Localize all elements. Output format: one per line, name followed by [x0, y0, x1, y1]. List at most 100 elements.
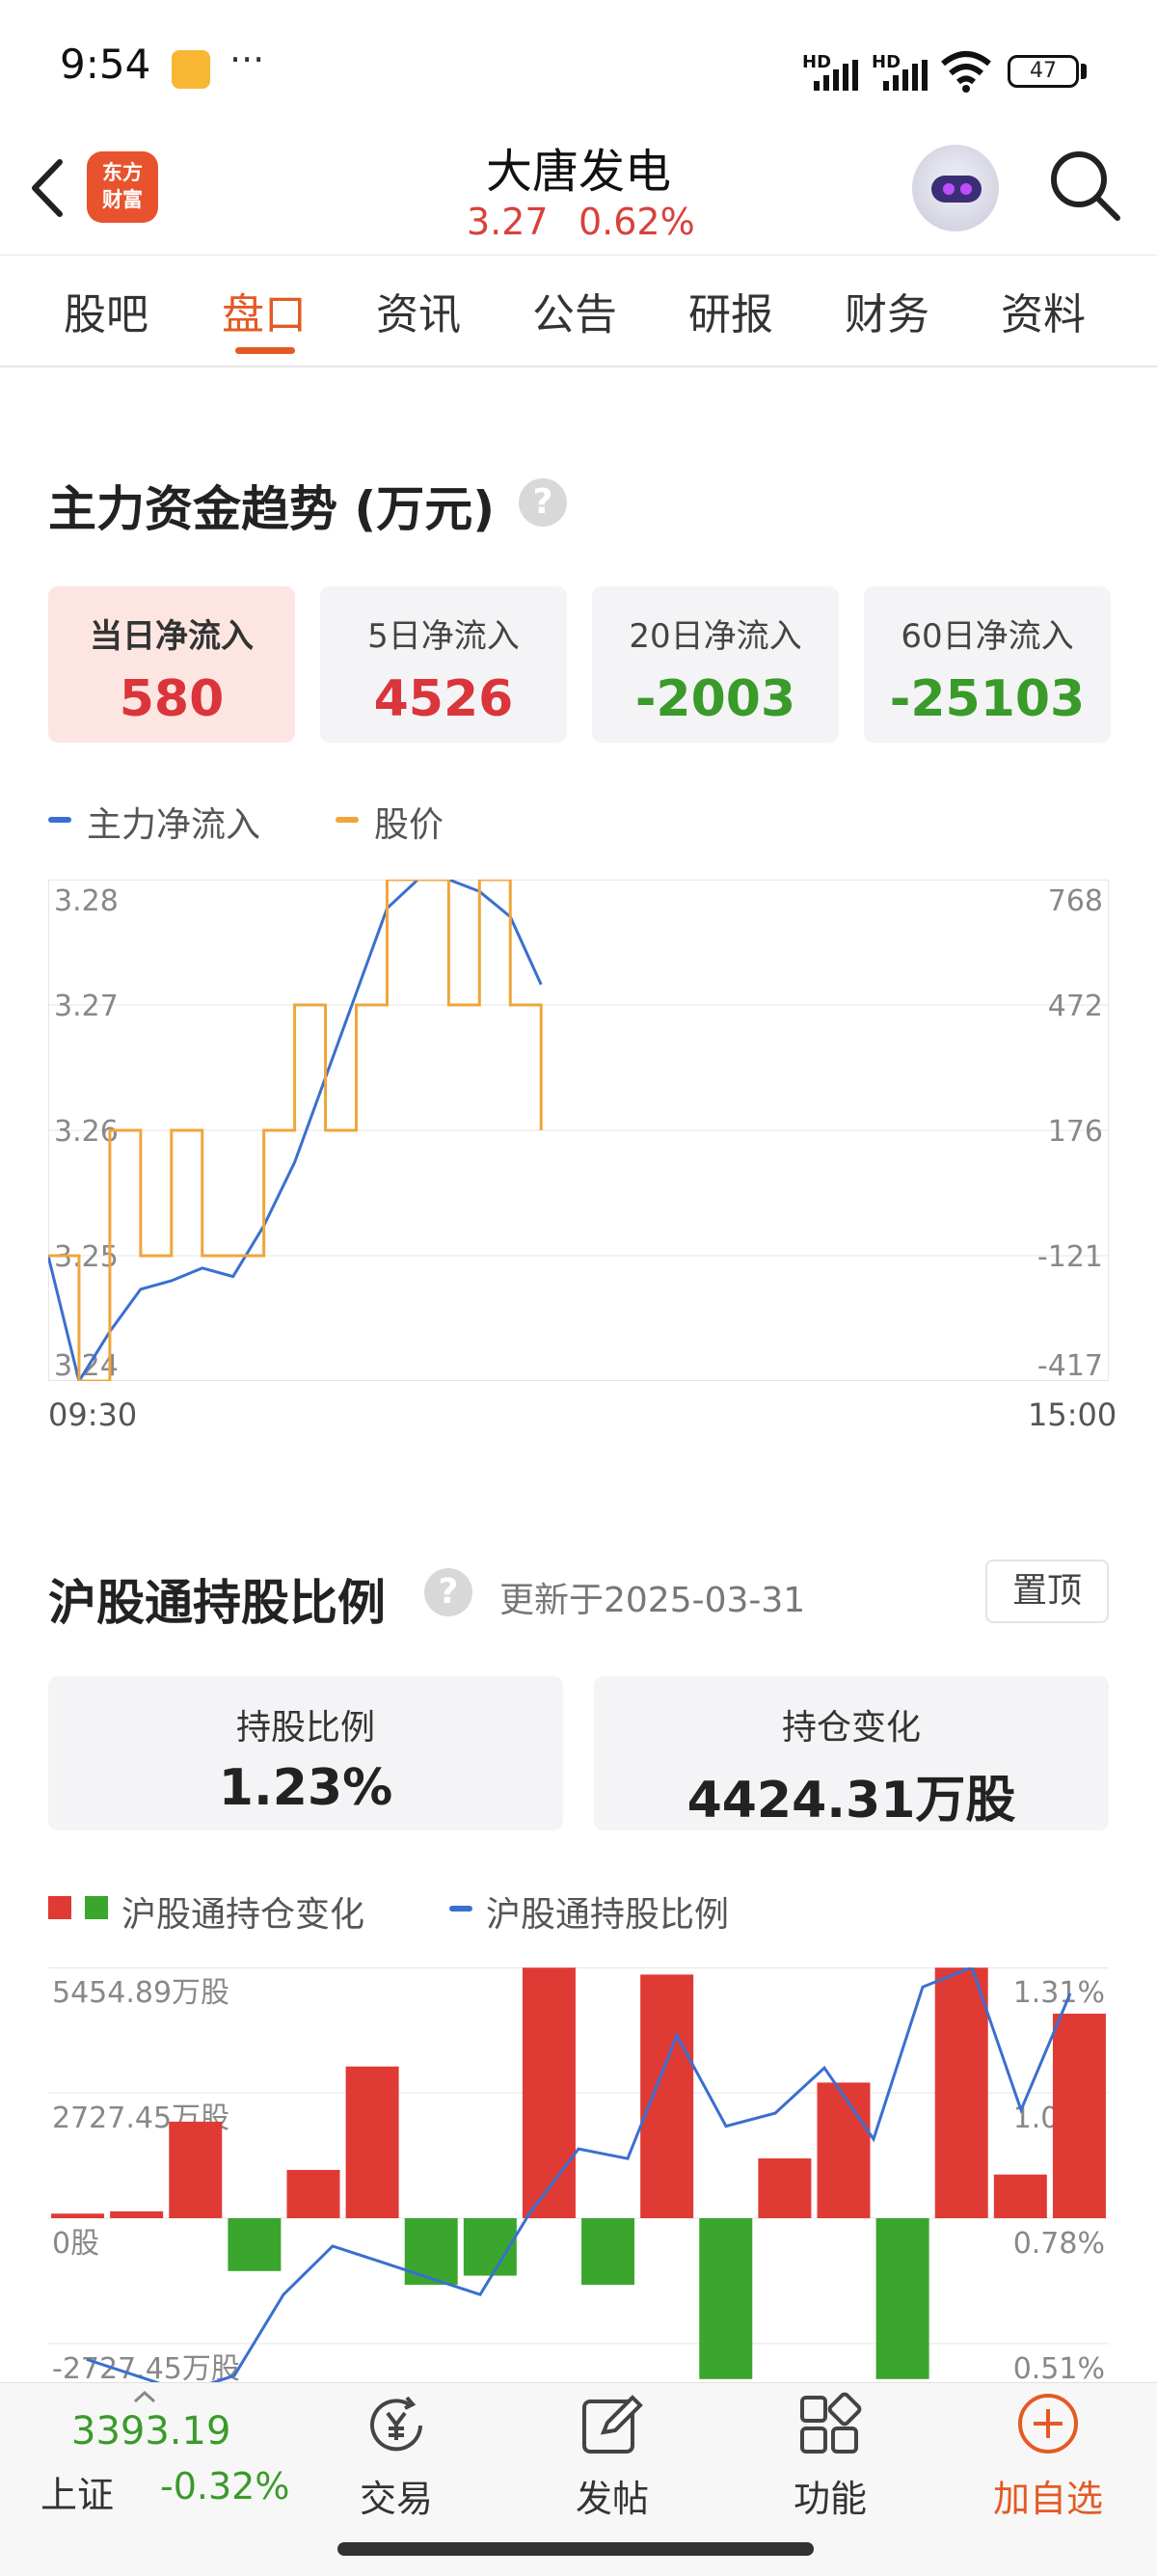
holding-change-bar: [1052, 2013, 1106, 2218]
holding-change-bar: [875, 2218, 929, 2379]
x-axis-start: 09:30: [48, 1396, 138, 1433]
index-name[interactable]: 上证: [40, 2465, 114, 2518]
card-value: 4526: [373, 670, 514, 728]
holding-ratio-card: 持股比例 1.23%: [48, 1676, 563, 1830]
battery-tip: [1081, 64, 1087, 79]
avatar-eye-left: [943, 183, 955, 195]
holding-change-bar: [934, 1967, 988, 2218]
y-right-tick: 1.31%: [1013, 1976, 1105, 2010]
expand-up-icon[interactable]: [133, 2390, 156, 2403]
holding-change-bar: [640, 1974, 694, 2218]
card-20day-inflow[interactable]: 20日净流入 -2003: [592, 586, 839, 743]
card-label: 20日净流入: [629, 617, 802, 656]
card-today-inflow[interactable]: 当日净流入 580: [48, 586, 295, 743]
status-time: 9:54: [60, 41, 151, 88]
legend-holding-ratio: 沪股通持股比例: [486, 1895, 730, 1935]
fund-trend-title: 主力资金趋势 (万元): [48, 481, 496, 537]
hk-holding-title: 沪股通持股比例: [48, 1575, 386, 1631]
features-grid-icon[interactable]: [796, 2392, 864, 2459]
battery-indicator: 47: [1008, 55, 1079, 88]
post-edit-icon[interactable]: [578, 2392, 646, 2459]
more-notifications-icon: ···: [229, 39, 265, 81]
tab-profile[interactable]: 资料: [1001, 280, 1086, 341]
update-date: 更新于2025-03-31: [499, 1581, 806, 1620]
legend-increase-swatch: [48, 1896, 71, 1919]
tab-pankou[interactable]: 盘口: [222, 280, 307, 341]
notification-app-icon: [172, 50, 210, 89]
card-60day-inflow[interactable]: 60日净流入 -25103: [864, 586, 1111, 743]
y-right-tick: 176: [1048, 1115, 1103, 1149]
holding-change-bar: [51, 2213, 105, 2218]
holding-change-bar: [758, 2158, 812, 2218]
nav-features[interactable]: 功能: [753, 2469, 907, 2522]
index-change[interactable]: -0.32%: [160, 2465, 289, 2508]
holding-change-bar: [169, 2121, 223, 2218]
card-value: -2003: [634, 670, 796, 728]
index-value[interactable]: 3393.19: [71, 2409, 230, 2454]
card-label: 60日净流入: [901, 617, 1074, 656]
holding-change-bar: [522, 1967, 576, 2218]
y-right-tick: -417: [1037, 1349, 1103, 1381]
legend-price: 股价: [374, 805, 444, 845]
pin-to-top-button[interactable]: 置顶: [985, 1559, 1109, 1623]
y-left-tick: 5454.89万股: [52, 1976, 229, 2010]
y-right-tick: 768: [1048, 884, 1103, 918]
avatar-eye-right: [960, 183, 972, 195]
wifi-icon: [941, 51, 991, 93]
legend-ratio-swatch: [449, 1906, 472, 1912]
stock-change: 0.62%: [578, 201, 695, 243]
tab-guba[interactable]: 股吧: [64, 280, 148, 341]
legend-main-swatch: [48, 817, 71, 823]
y-right-tick: 472: [1048, 990, 1103, 1023]
y-right-tick: 0.51%: [1013, 2352, 1105, 2386]
holding-change-bar: [404, 2218, 458, 2286]
holding-change-bar: [993, 2174, 1047, 2218]
x-axis-end: 15:00: [1028, 1396, 1117, 1433]
card-value: -25103: [889, 670, 1086, 728]
card-value: 580: [119, 670, 225, 728]
cell-signal-icon-2: [883, 60, 928, 91]
holding-change-bar: [110, 2210, 164, 2218]
holding-change-bar: [581, 2218, 635, 2286]
add-watchlist-icon[interactable]: [1014, 2390, 1082, 2457]
help-icon[interactable]: ?: [519, 478, 567, 527]
holding-change-bar: [817, 2082, 871, 2218]
legend-decrease-swatch: [85, 1896, 108, 1919]
home-indicator[interactable]: [337, 2542, 814, 2556]
card-label: 当日净流入: [90, 617, 254, 656]
holding-change-bar: [228, 2218, 282, 2271]
nav-post[interactable]: 发帖: [535, 2469, 689, 2522]
help-icon[interactable]: ?: [424, 1568, 472, 1616]
holding-change-bar: [699, 2218, 753, 2379]
legend-main-inflow: 主力净流入: [87, 805, 261, 845]
card-5day-inflow[interactable]: 5日净流入 4526: [320, 586, 567, 743]
y-left-tick: 3.27: [54, 990, 119, 1023]
holding-change-bar: [345, 2066, 399, 2218]
stock-price: 3.27: [467, 201, 549, 243]
nav-trade[interactable]: 交易: [319, 2469, 473, 2522]
cell-signal-icon: [814, 60, 858, 91]
holding-ratio-value: 1.23%: [218, 1759, 393, 1817]
tab-research[interactable]: 研报: [688, 280, 773, 341]
legend-price-swatch: [336, 817, 359, 823]
holding-change-label: 持仓变化: [781, 1708, 921, 1748]
trade-yen-icon[interactable]: [363, 2392, 430, 2459]
nav-add-watchlist[interactable]: 加自选: [971, 2469, 1125, 2522]
active-tab-indicator: [235, 347, 295, 354]
avatar-face: [931, 176, 982, 203]
tab-news[interactable]: 资讯: [376, 280, 461, 341]
holding-ratio-label: 持股比例: [235, 1708, 375, 1748]
y-left-tick: 3.28: [54, 884, 119, 918]
legend-holding-change: 沪股通持仓变化: [121, 1895, 365, 1935]
fund-trend-chart[interactable]: 3.28 7683.27 4723.26 1763.25 -1213.24 -417: [48, 880, 1109, 1381]
holding-change-bar: [286, 2169, 340, 2218]
holding-change-card: 持仓变化 4424.31万股: [594, 1676, 1109, 1830]
y-right-tick: -121: [1037, 1240, 1103, 1274]
tab-announcements[interactable]: 公告: [532, 280, 617, 341]
search-icon[interactable]: [1046, 147, 1123, 224]
hk-holding-chart[interactable]: 5454.89万股1.31%2727.45万股1.05%0股0.78%-2727…: [48, 1967, 1109, 2392]
card-label: 5日净流入: [367, 617, 520, 656]
y-right-tick: 0.78%: [1013, 2227, 1105, 2261]
tab-finance[interactable]: 财务: [845, 280, 929, 341]
y-left-tick: -2727.45万股: [52, 2352, 240, 2386]
